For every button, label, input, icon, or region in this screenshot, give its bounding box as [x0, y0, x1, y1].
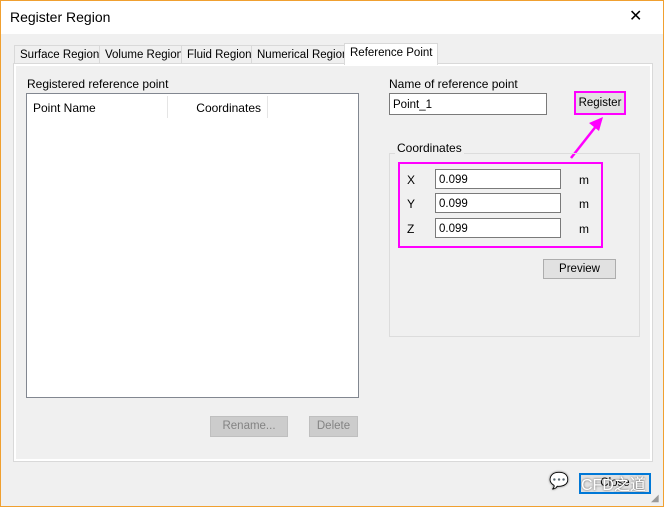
tab-fluid-region[interactable]: Fluid Region	[181, 45, 258, 64]
watermark-icon: 💬	[549, 473, 569, 490]
x-label: X	[407, 173, 416, 187]
title-bar: Register Region ✕	[1, 1, 663, 34]
coordinates-label: Coordinates	[395, 141, 464, 155]
y-unit: m	[579, 197, 589, 211]
z-label: Z	[407, 222, 415, 236]
tab-surface-region[interactable]: Surface Region	[14, 45, 106, 64]
column-header-point-name[interactable]: Point Name	[27, 96, 168, 118]
y-input[interactable]: 0.099	[435, 193, 561, 213]
point-name-input[interactable]: Point_1	[389, 93, 547, 115]
z-unit: m	[579, 222, 589, 236]
reference-point-list[interactable]: Point Name Coordinates	[26, 93, 359, 398]
watermark-text: CFD之道	[581, 477, 646, 494]
window-title: Register Region	[10, 9, 111, 25]
resize-grip-icon[interactable]: ◢	[651, 493, 659, 504]
close-icon[interactable]: ✕	[629, 6, 642, 26]
column-label: Coordinates	[196, 101, 261, 115]
rename-button[interactable]: Rename...	[210, 416, 288, 437]
register-region-dialog: Register Region ✕ Surface Region Volume …	[0, 0, 664, 507]
tab-reference-point[interactable]: Reference Point	[344, 43, 439, 65]
tab-volume-region[interactable]: Volume Region	[99, 45, 189, 64]
z-input[interactable]: 0.099	[435, 218, 561, 238]
column-label: Point Name	[33, 101, 96, 115]
name-label: Name of reference point	[389, 77, 518, 91]
x-input[interactable]: 0.099	[435, 169, 561, 189]
registered-label: Registered reference point	[27, 77, 169, 91]
delete-button[interactable]: Delete	[309, 416, 358, 437]
x-unit: m	[579, 173, 589, 187]
y-label: Y	[407, 197, 416, 211]
tab-numerical-region[interactable]: Numerical Region	[251, 45, 355, 64]
column-header-coordinates[interactable]: Coordinates	[168, 96, 268, 118]
preview-button[interactable]: Preview	[543, 259, 616, 279]
